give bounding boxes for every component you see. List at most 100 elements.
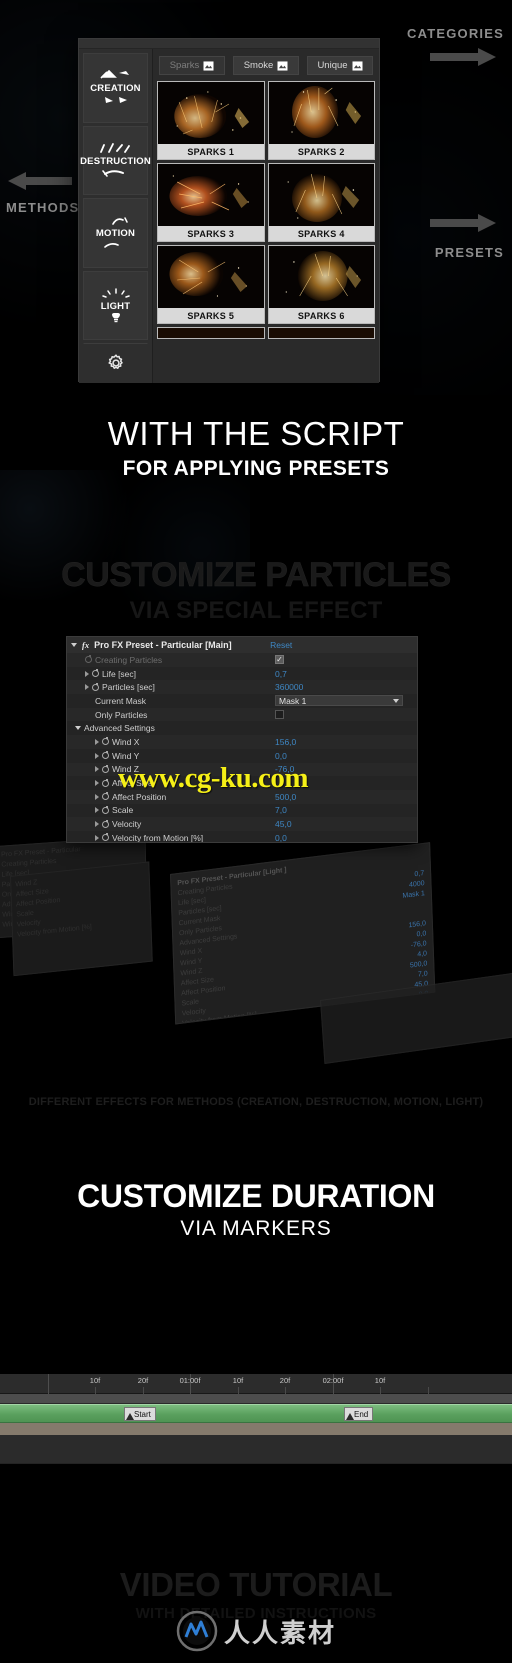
property-label-wrap: Velocity from Motion [%] — [71, 832, 275, 843]
chevron-right-icon[interactable] — [95, 821, 99, 828]
method-button-motion[interactable]: MOTION — [83, 198, 148, 268]
property-row-velocity-from-motion[interactable]: Velocity from Motion [%] 0,0 — [67, 831, 417, 843]
method-label-motion: MOTION — [95, 228, 136, 240]
stopwatch-icon[interactable] — [92, 669, 99, 678]
property-row-wind-y[interactable]: Wind Y 0,0 — [67, 749, 417, 763]
timeline-strip-top — [0, 1394, 512, 1404]
image-icon — [277, 60, 288, 71]
preset-thumbnail — [158, 246, 264, 308]
property-value[interactable]: 7,0 — [275, 805, 287, 815]
property-row-scale[interactable]: Scale 7,0 — [67, 804, 417, 818]
timeline-ruler[interactable]: 10f 20f 01:00f 10f 20f 02:00f 10f — [0, 1374, 512, 1394]
reset-button[interactable]: Reset — [270, 640, 292, 650]
property-label: Velocity — [112, 819, 142, 830]
chevron-right-icon[interactable] — [85, 670, 89, 677]
property-value[interactable]: 0,7 — [275, 669, 287, 679]
stopwatch-icon[interactable] — [102, 833, 109, 842]
property-label-wrap: Particles [sec] — [71, 682, 275, 692]
property-row-creating-particles[interactable]: Creating Particles ✓ — [67, 653, 417, 667]
preset-item[interactable]: SPARKS 1 — [157, 81, 265, 160]
property-row-particles[interactable]: Particles [sec] 360000 — [67, 680, 417, 695]
arrow-presets-icon — [430, 214, 496, 232]
chevron-right-icon[interactable] — [95, 834, 99, 841]
method-label-light: LIGHT — [100, 300, 131, 312]
ruler-label: 20f — [279, 1376, 291, 1385]
preset-item[interactable] — [157, 327, 265, 339]
ghost-row-value: 4000 — [408, 879, 425, 889]
stopwatch-icon[interactable] — [102, 819, 109, 828]
stopwatch-icon[interactable] — [102, 764, 109, 773]
script-headline: WITH THE SCRIPT FOR APPLYING PRESETS — [0, 415, 512, 481]
preset-item[interactable]: SPARKS 5 — [157, 245, 265, 324]
property-label-wrap: Current Mask — [71, 696, 275, 706]
property-row-life[interactable]: Life [sec] 0,7 — [67, 667, 417, 681]
property-value[interactable]: -76,0 — [275, 764, 294, 774]
chevron-right-icon[interactable] — [95, 780, 99, 787]
property-value[interactable]: 45,0 — [275, 819, 292, 829]
property-label-wrap: Creating Particles — [71, 655, 275, 665]
method-button-light[interactable]: LIGHT — [83, 270, 148, 340]
stopwatch-icon[interactable] — [92, 682, 99, 691]
current-mask-dropdown[interactable]: Mask 1 — [275, 695, 403, 707]
stopwatch-icon[interactable] — [102, 737, 109, 746]
category-button-sparks[interactable]: Sparks — [159, 56, 225, 75]
property-label-wrap: Wind Y — [71, 751, 275, 761]
preset-item[interactable] — [267, 327, 375, 339]
duration-headline-sub: VIA MARKERS — [180, 1217, 332, 1240]
property-value[interactable]: 500,0 — [275, 792, 296, 802]
property-row-wind-x[interactable]: Wind X 156,0 — [67, 735, 417, 749]
marker-end[interactable]: End — [344, 1407, 374, 1421]
stopwatch-icon[interactable] — [102, 792, 109, 801]
logo-mark-icon — [176, 1610, 218, 1652]
preset-thumbnail — [158, 328, 264, 338]
property-value[interactable]: 0,0 — [275, 833, 287, 842]
stopwatch-icon[interactable] — [85, 655, 92, 664]
property-row-velocity[interactable]: Velocity 45,0 — [67, 817, 417, 831]
effect-controls-panel[interactable]: fx Pro FX Preset - Particular [Main] Res… — [66, 636, 418, 843]
annotation-categories: CATEGORIES — [407, 26, 504, 41]
script-window[interactable]: CREATION DESTRUCTION MOTION LIGHT Sparks… — [78, 38, 380, 383]
chevron-right-icon[interactable] — [95, 766, 99, 773]
chevron-right-icon[interactable] — [95, 807, 99, 814]
marker-start[interactable]: Start — [124, 1407, 156, 1421]
chevron-down-icon[interactable] — [75, 726, 81, 731]
method-button-settings[interactable] — [83, 343, 148, 383]
chevron-right-icon[interactable] — [85, 684, 89, 691]
property-row-affect-size[interactable]: Affect Size — [67, 776, 417, 790]
preset-item[interactable]: SPARKS 3 — [157, 163, 265, 242]
marker-label: End — [354, 1409, 369, 1419]
property-row-advanced-settings[interactable]: Advanced Settings — [67, 721, 417, 735]
stopwatch-icon[interactable] — [102, 751, 109, 760]
annotation-presets: PRESETS — [434, 245, 504, 260]
chevron-down-icon[interactable] — [71, 643, 77, 647]
preset-thumbnail — [268, 246, 374, 308]
destruction-icon — [99, 142, 130, 153]
category-button-unique[interactable]: Unique — [307, 56, 373, 75]
stopwatch-icon[interactable] — [102, 805, 109, 814]
property-value[interactable]: 0,0 — [275, 751, 287, 761]
method-button-destruction[interactable]: DESTRUCTION — [80, 125, 151, 195]
chevron-right-icon[interactable] — [95, 793, 99, 800]
property-row-only-particles[interactable]: Only Particles — [67, 707, 417, 722]
property-row-affect-position[interactable]: Affect Position 500,0 — [67, 789, 417, 804]
only-particles-checkbox[interactable] — [275, 710, 284, 720]
chevron-right-icon[interactable] — [95, 738, 99, 745]
chevron-right-icon[interactable] — [95, 752, 99, 759]
stopwatch-icon[interactable] — [102, 778, 109, 787]
timeline-layer-bar[interactable]: Start End — [0, 1404, 512, 1423]
property-row-current-mask[interactable]: Current Mask Mask 1 — [67, 694, 417, 708]
preset-item[interactable]: SPARKS 2 — [267, 81, 375, 160]
timeline-panel[interactable]: 10f 20f 01:00f 10f 20f 02:00f 10f Start … — [0, 1374, 512, 1464]
preset-item[interactable]: SPARKS 6 — [267, 245, 375, 324]
property-checkbox[interactable]: ✓ — [275, 655, 284, 665]
method-button-creation[interactable]: CREATION — [83, 53, 148, 123]
effect-header-row[interactable]: fx Pro FX Preset - Particular [Main] Res… — [67, 637, 417, 653]
preset-item[interactable]: SPARKS 4 — [267, 163, 375, 242]
property-label: Velocity from Motion [%] — [112, 832, 204, 843]
property-label: Affect Position — [112, 791, 167, 802]
property-value[interactable]: 156,0 — [275, 737, 296, 747]
category-button-smoke[interactable]: Smoke — [233, 56, 299, 75]
preset-name: SPARKS 6 — [268, 308, 374, 323]
property-value[interactable]: 360000 — [275, 682, 303, 692]
property-row-wind-z[interactable]: Wind Z -76,0 — [67, 762, 417, 777]
